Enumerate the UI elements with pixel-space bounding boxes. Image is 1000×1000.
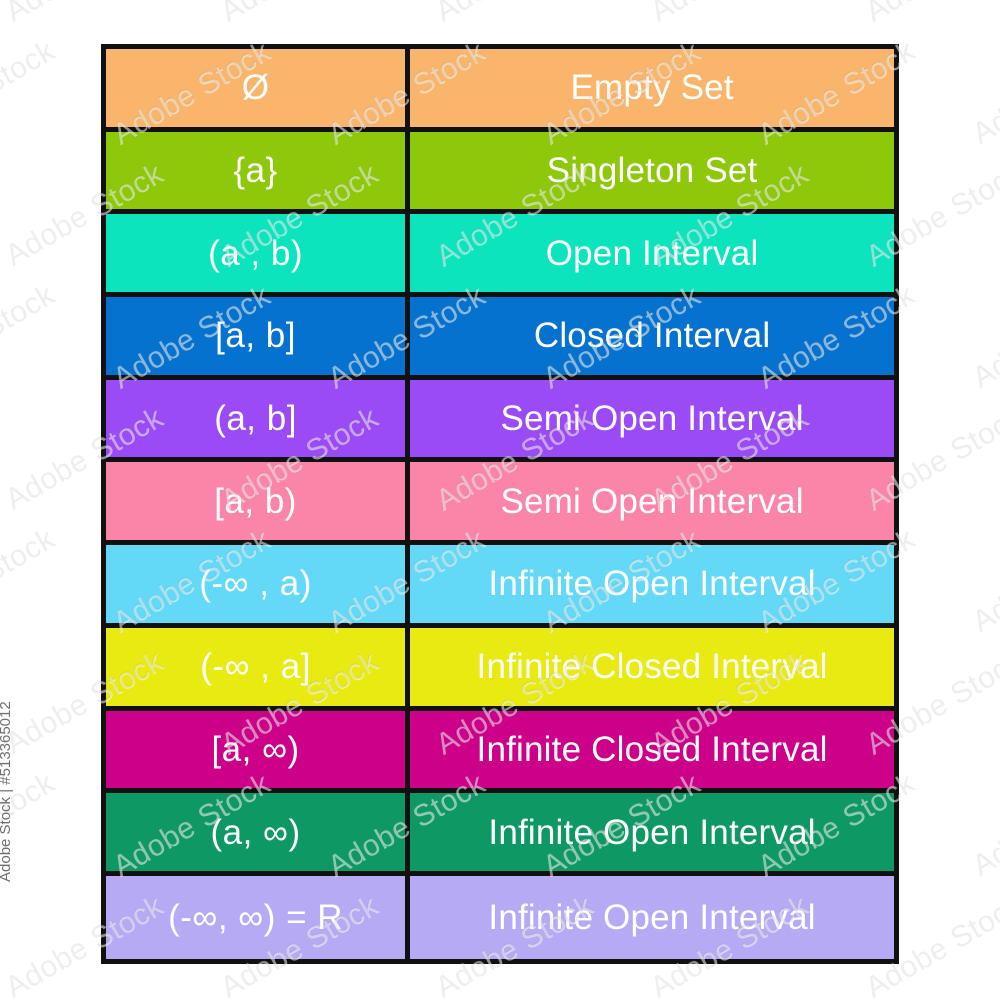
notation-text: [a, ∞) <box>211 729 300 769</box>
interval-name-text: Closed Interval <box>533 316 771 356</box>
notation-text: [a, b) <box>214 481 297 521</box>
interval-name-text: Infinite Closed Interval <box>476 647 828 687</box>
interval-notation-table: Ø Empty Set {a} Singleton Set (a , b) Open In… <box>101 44 899 964</box>
interval-notation-table-container: Ø Empty Set {a} Singleton Set (a , b) Open In… <box>101 44 899 964</box>
table-row: (a , b) Open Interval <box>106 214 894 298</box>
notation-cell: (-∞ , a] <box>106 627 411 711</box>
interval-name-cell: Infinite Open Interval <box>410 875 894 959</box>
notation-cell: (-∞, ∞) = R <box>106 875 411 959</box>
watermark-text: Adobe Stock <box>860 0 1000 29</box>
notation-cell: [a, ∞) <box>106 710 411 794</box>
notation-cell: (a , b) <box>106 214 411 298</box>
watermark-text: Adobe Stock <box>0 0 169 29</box>
notation-cell: (a, ∞) <box>106 793 411 876</box>
interval-name-cell: Semi Open Interval <box>410 379 894 463</box>
interval-name-cell: Singleton Set <box>410 131 894 215</box>
watermark-text: Adobe Stock <box>0 34 61 150</box>
interval-name-cell: Empty Set <box>410 49 894 132</box>
notation-text: (a, b] <box>214 399 297 439</box>
notation-text: {a} <box>233 151 278 191</box>
notation-text: (-∞, ∞) = R <box>168 897 344 937</box>
interval-name-text: Open Interval <box>545 233 759 273</box>
table-row: (a, b] Semi Open Interval <box>106 379 894 463</box>
notation-cell: {a} <box>106 131 411 215</box>
interval-name-text: Semi Open Interval <box>500 481 804 521</box>
notation-text: (-∞ , a) <box>199 564 312 604</box>
table-row: {a} Singleton Set <box>106 131 894 215</box>
table-row: [a, b] Closed Interval <box>106 297 894 380</box>
interval-name-text: Infinite Open Interval <box>488 564 816 604</box>
interval-name-text: Semi Open Interval <box>500 399 804 439</box>
interval-name-cell: Infinite Closed Interval <box>410 627 894 711</box>
watermark-text: Adobe Stock <box>967 766 1000 883</box>
interval-name-text: Infinite Open Interval <box>488 812 816 852</box>
notation-cell: [a, b) <box>106 462 411 546</box>
interval-name-text: Infinite Open Interval <box>488 897 816 937</box>
watermark-text: Adobe Stock <box>430 0 599 29</box>
interval-name-text: Singleton Set <box>546 151 758 191</box>
table-row: (-∞ , a] Infinite Closed Interval <box>106 627 894 711</box>
interval-table-body: Ø Empty Set {a} Singleton Set (a , b) Open In… <box>106 49 894 959</box>
watermark-text: Adobe Stock <box>967 522 1000 639</box>
notation-text: Ø <box>241 68 270 108</box>
watermark-asset-id: Adobe Stock | #513365012 <box>0 701 14 882</box>
table-row: (-∞ , a) Infinite Open Interval <box>106 545 894 628</box>
watermark-text: Adobe Stock <box>967 34 1000 151</box>
watermark-text: Adobe Stock <box>0 522 61 638</box>
interval-name-text: Empty Set <box>570 68 734 108</box>
interval-name-cell: Infinite Closed Interval <box>410 710 894 794</box>
watermark-text: Adobe Stock <box>645 0 814 29</box>
interval-name-cell: Closed Interval <box>410 297 894 380</box>
watermark-text: Adobe Stock <box>967 278 1000 395</box>
interval-name-cell: Open Interval <box>410 214 894 298</box>
table-row: (a, ∞) Infinite Open Interval <box>106 793 894 876</box>
interval-name-cell: Semi Open Interval <box>410 462 894 546</box>
interval-name-cell: Infinite Open Interval <box>410 793 894 876</box>
notation-text: (-∞ , a] <box>200 647 311 687</box>
watermark-text: Adobe Stock <box>0 278 61 394</box>
table-row: [a, ∞) Infinite Closed Interval <box>106 710 894 794</box>
notation-text: (a , b) <box>208 233 304 273</box>
notation-cell: (-∞ , a) <box>106 545 411 628</box>
notation-text: (a, ∞) <box>210 812 301 852</box>
watermark-text: Adobe Stock <box>215 0 384 29</box>
table-row: [a, b) Semi Open Interval <box>106 462 894 546</box>
notation-cell: (a, b] <box>106 379 411 463</box>
table-row: Ø Empty Set <box>106 49 894 132</box>
notation-cell: [a, b] <box>106 297 411 380</box>
interval-name-text: Infinite Closed Interval <box>476 729 828 769</box>
interval-name-cell: Infinite Open Interval <box>410 545 894 628</box>
table-row: (-∞, ∞) = R Infinite Open Interval <box>106 875 894 959</box>
notation-text: [a, b] <box>215 316 296 356</box>
notation-cell: Ø <box>106 49 411 132</box>
